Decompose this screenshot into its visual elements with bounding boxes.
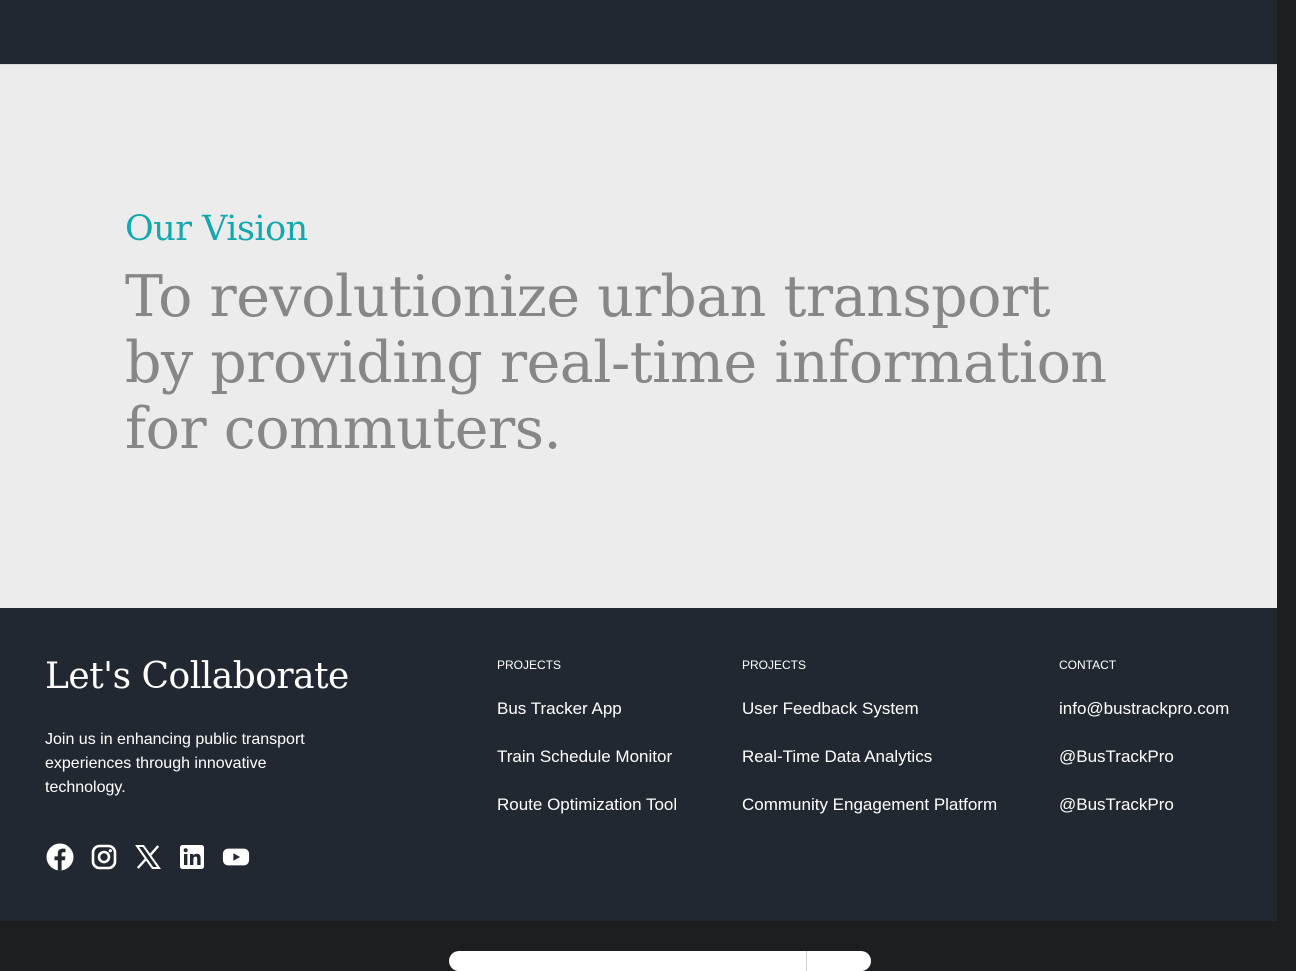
link-train-schedule-monitor[interactable]: Train Schedule Monitor xyxy=(497,747,672,766)
footer-title: Let's Collaborate xyxy=(45,656,349,697)
list-item: Route Optimization Tool xyxy=(497,795,677,816)
list-item: Community Engagement Platform xyxy=(742,795,997,816)
instagram-icon[interactable] xyxy=(90,842,118,872)
top-header-band xyxy=(0,0,1277,64)
footer-link-list: Bus Tracker App Train Schedule Monitor R… xyxy=(497,699,677,816)
youtube-icon[interactable] xyxy=(222,842,250,872)
footer-link-list: info@bustrackpro.com @BusTrackPro @BusTr… xyxy=(1059,699,1229,816)
linkedin-icon[interactable] xyxy=(178,842,206,872)
page: Our Vision To revolutionize urban transp… xyxy=(0,0,1277,971)
facebook-icon[interactable] xyxy=(46,842,74,872)
contact-email-link[interactable]: info@bustrackpro.com xyxy=(1059,699,1229,718)
footer-column-projects-1: PROJECTS Bus Tracker App Train Schedule … xyxy=(497,658,677,816)
vision-statement: To revolutionize urban transport by prov… xyxy=(125,264,1107,462)
link-user-feedback-system[interactable]: User Feedback System xyxy=(742,699,919,718)
list-item: User Feedback System xyxy=(742,699,997,720)
list-item: info@bustrackpro.com xyxy=(1059,699,1229,720)
bottom-bar xyxy=(0,921,1277,971)
x-icon[interactable] xyxy=(134,842,162,872)
list-item: Train Schedule Monitor xyxy=(497,747,677,768)
divider xyxy=(806,951,807,971)
footer-description: Join us in enhancing public transport ex… xyxy=(45,731,305,796)
contact-handle-link[interactable]: @BusTrackPro xyxy=(1059,747,1174,766)
footer: Let's Collaborate Join us in enhancing p… xyxy=(0,608,1277,921)
scrollbar-track[interactable] xyxy=(1277,0,1296,959)
link-community-engagement-platform[interactable]: Community Engagement Platform xyxy=(742,795,997,814)
bottom-floating-bar[interactable] xyxy=(449,951,871,971)
link-real-time-data-analytics[interactable]: Real-Time Data Analytics xyxy=(742,747,932,766)
link-bus-tracker-app[interactable]: Bus Tracker App xyxy=(497,699,622,718)
list-item: Bus Tracker App xyxy=(497,699,677,720)
list-item: @BusTrackPro xyxy=(1059,795,1229,816)
list-item: @BusTrackPro xyxy=(1059,747,1229,768)
vision-section: Our Vision To revolutionize urban transp… xyxy=(0,64,1277,608)
footer-column-heading: CONTACT xyxy=(1059,658,1117,672)
link-route-optimization-tool[interactable]: Route Optimization Tool xyxy=(497,795,677,814)
list-item: Real-Time Data Analytics xyxy=(742,747,997,768)
vision-heading: Our Vision xyxy=(125,209,308,249)
social-links xyxy=(46,842,250,872)
footer-column-heading: PROJECTS xyxy=(742,658,807,672)
footer-column-heading: PROJECTS xyxy=(497,658,562,672)
footer-column-projects-2: PROJECTS User Feedback System Real-Time … xyxy=(742,658,997,816)
footer-link-list: User Feedback System Real-Time Data Anal… xyxy=(742,699,997,816)
footer-column-contact: CONTACT info@bustrackpro.com @BusTrackPr… xyxy=(1059,658,1229,816)
contact-handle-link[interactable]: @BusTrackPro xyxy=(1059,795,1174,814)
